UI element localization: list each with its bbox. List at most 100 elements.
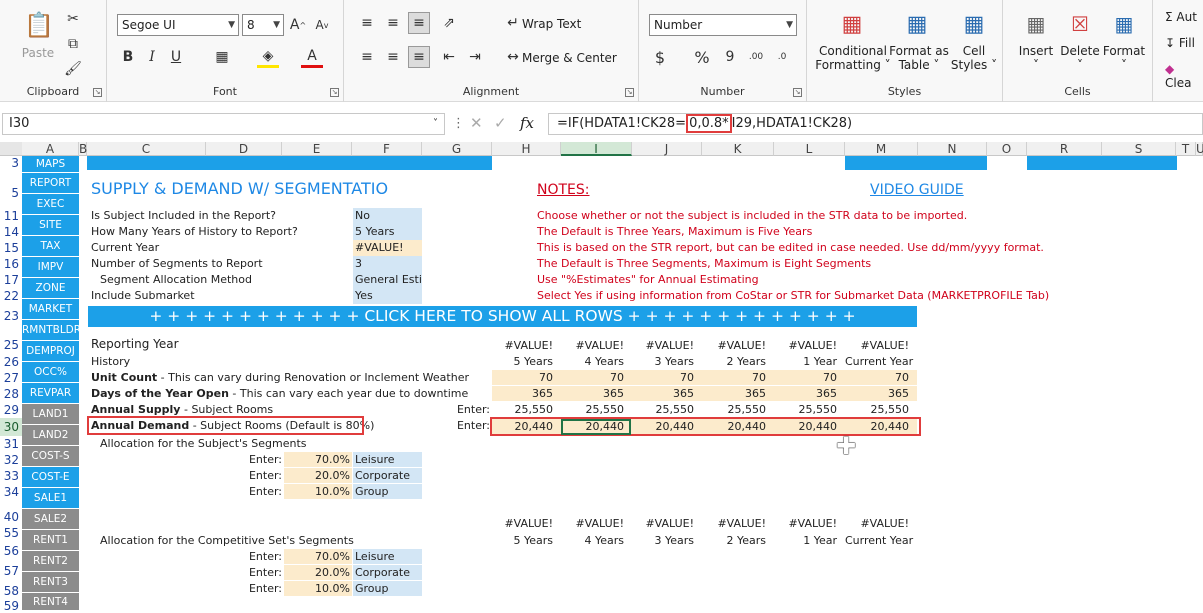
- row-header-27[interactable]: 27: [0, 370, 22, 386]
- font-size-select[interactable]: 8 ▼: [242, 14, 284, 36]
- underline-icon[interactable]: U: [165, 46, 187, 68]
- nav-button-cost-e[interactable]: COST-E: [22, 467, 79, 488]
- days-open-value[interactable]: 365: [632, 386, 702, 401]
- nav-button-exec[interactable]: EXEC: [22, 194, 79, 215]
- more-options-icon[interactable]: ⋮: [452, 116, 465, 131]
- row-header-17[interactable]: 17: [0, 272, 22, 288]
- borders-icon[interactable]: ▦: [211, 46, 233, 68]
- alignment-launcher-icon[interactable]: ↘: [625, 88, 634, 97]
- row-header-40[interactable]: 40: [0, 509, 22, 525]
- setting-value[interactable]: General Estima: [353, 272, 422, 288]
- conditional-formatting-button[interactable]: Conditional Formatting ˅: [815, 44, 891, 72]
- format-painter-icon[interactable]: 🖌: [62, 58, 84, 80]
- nav-button-rent4[interactable]: RENT4: [22, 593, 79, 611]
- row-header-25[interactable]: 25: [0, 337, 22, 354]
- format-cells-icon[interactable]: ▦: [1109, 10, 1139, 38]
- autosum-button[interactable]: Σ Aut: [1165, 10, 1197, 24]
- days-open-value[interactable]: 365: [702, 386, 774, 401]
- days-open-value[interactable]: 365: [561, 386, 632, 401]
- row-header-58[interactable]: 58: [0, 581, 22, 601]
- chevron-down-icon[interactable]: ˅: [433, 114, 438, 134]
- currency-icon[interactable]: $: [649, 46, 671, 68]
- fill-button[interactable]: ↧ Fill: [1165, 36, 1195, 50]
- format-as-table-button[interactable]: Format as Table ˅: [889, 44, 949, 72]
- number-launcher-icon[interactable]: ↘: [793, 88, 802, 97]
- row-header-14[interactable]: 14: [0, 224, 22, 240]
- days-open-value[interactable]: 365: [492, 386, 561, 401]
- decrease-decimal-icon[interactable]: .0: [771, 46, 793, 68]
- align-left-icon[interactable]: ≡: [356, 46, 378, 68]
- setting-value[interactable]: 5 Years: [353, 224, 422, 240]
- setting-value[interactable]: Yes: [353, 288, 422, 304]
- segment-name[interactable]: Leisure: [353, 452, 422, 467]
- copy-icon[interactable]: ⧉: [62, 33, 84, 55]
- segment-percent[interactable]: 10.0%: [284, 581, 352, 596]
- video-guide-link[interactable]: VIDEO GUIDE: [870, 181, 964, 199]
- cell-styles-button[interactable]: Cell Styles ˅: [949, 44, 999, 72]
- clipboard-launcher-icon[interactable]: ↘: [93, 88, 102, 97]
- segment-percent[interactable]: 20.0%: [284, 468, 352, 483]
- align-right-icon[interactable]: ≡: [408, 46, 430, 68]
- select-all-corner[interactable]: [0, 142, 22, 156]
- cell-styles-icon[interactable]: ▦: [959, 10, 989, 38]
- row-header-11[interactable]: 11: [0, 208, 22, 224]
- segment-name[interactable]: Leisure: [353, 549, 422, 564]
- row-header-55[interactable]: 55: [0, 525, 22, 541]
- days-open-value[interactable]: 365: [774, 386, 845, 401]
- align-bottom-icon[interactable]: ≡: [408, 12, 430, 34]
- segment-percent[interactable]: 20.0%: [284, 565, 352, 580]
- nav-button-cost-s[interactable]: COST-S: [22, 446, 79, 467]
- percent-icon[interactable]: %: [691, 46, 713, 68]
- row-header-22[interactable]: 22: [0, 288, 22, 304]
- nav-button-site[interactable]: SITE: [22, 215, 79, 236]
- increase-font-icon[interactable]: A ^: [287, 14, 309, 36]
- show-all-rows-button[interactable]: + + + + + + + + + + + + CLICK HERE TO SH…: [88, 306, 917, 327]
- column-header-n[interactable]: N: [918, 142, 987, 156]
- row-header-23[interactable]: 23: [0, 306, 22, 327]
- insert-function-icon[interactable]: fx: [520, 114, 534, 132]
- row-header-26[interactable]: 26: [0, 354, 22, 370]
- merge-center-button[interactable]: Merge & Center: [522, 51, 617, 65]
- column-header-t[interactable]: T: [1176, 142, 1196, 156]
- column-header-m[interactable]: M: [845, 142, 918, 156]
- cut-icon[interactable]: ✂: [62, 8, 84, 30]
- fill-color-icon[interactable]: ◈: [257, 46, 279, 68]
- align-middle-icon[interactable]: ≡: [382, 12, 404, 34]
- setting-value[interactable]: #VALUE!: [353, 240, 422, 256]
- nav-button-rmntbldr[interactable]: RMNTBLDR: [22, 320, 81, 341]
- merge-center-icon[interactable]: ↔: [502, 46, 524, 68]
- italic-icon[interactable]: I: [141, 46, 163, 68]
- nav-button-rent1[interactable]: RENT1: [22, 530, 79, 551]
- unit-count-value[interactable]: 70: [774, 370, 845, 385]
- column-header-h[interactable]: H: [492, 142, 561, 156]
- paste-button[interactable]: Paste: [18, 46, 58, 60]
- font-color-icon[interactable]: A: [301, 46, 323, 68]
- name-box[interactable]: I30 ˅: [2, 113, 445, 135]
- unit-count-value[interactable]: 70: [561, 370, 632, 385]
- segment-name[interactable]: Group: [353, 484, 422, 499]
- formula-input[interactable]: =IF(HDATA1!CK28= 0,0.8* I29,HDATA1!CK28): [548, 113, 1203, 135]
- nav-button-demproj[interactable]: DEMPROJ: [22, 341, 79, 362]
- orientation-icon[interactable]: ⇗: [438, 12, 460, 34]
- nav-button-revpar[interactable]: REVPAR: [22, 383, 79, 404]
- column-header-e[interactable]: E: [282, 142, 352, 156]
- nav-button-occ-[interactable]: OCC%: [22, 362, 79, 383]
- column-header-u[interactable]: U: [1196, 142, 1203, 156]
- segment-percent[interactable]: 70.0%: [284, 549, 352, 564]
- nav-button-market[interactable]: MARKET: [22, 299, 79, 320]
- nav-button-sale1[interactable]: SALE1: [22, 488, 79, 509]
- unit-count-value[interactable]: 70: [632, 370, 702, 385]
- column-header-a[interactable]: A: [22, 142, 79, 156]
- nav-button-rent2[interactable]: RENT2: [22, 551, 79, 572]
- column-header-k[interactable]: K: [702, 142, 774, 156]
- nav-button-land2[interactable]: LAND2: [22, 425, 79, 446]
- format-button[interactable]: Format ˅: [1101, 44, 1147, 72]
- unit-count-value[interactable]: 70: [492, 370, 561, 385]
- bold-icon[interactable]: B: [117, 46, 139, 68]
- comma-icon[interactable]: 9: [719, 46, 741, 68]
- delete-icon[interactable]: ☒: [1065, 10, 1095, 38]
- insert-button[interactable]: Insert ˅: [1013, 44, 1059, 72]
- unit-count-value[interactable]: 70: [845, 370, 917, 385]
- format-as-table-icon[interactable]: ▦: [902, 10, 932, 38]
- row-header-15[interactable]: 15: [0, 240, 22, 256]
